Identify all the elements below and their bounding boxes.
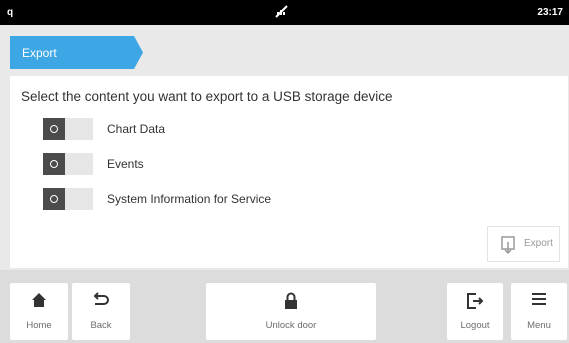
system-info-toggle[interactable]: [43, 188, 93, 210]
toggle-knob: [43, 188, 65, 210]
export-panel: Select the content you want to export to…: [10, 76, 568, 268]
export-icon: [501, 236, 515, 255]
menu-label: Menu: [527, 320, 551, 331]
option-chart-data: Chart Data: [43, 118, 443, 140]
back-arrow-icon: [93, 292, 109, 305]
home-label: Home: [26, 320, 52, 331]
home-icon: [32, 293, 46, 307]
lock-icon: [285, 292, 297, 309]
logout-button[interactable]: Logout: [447, 283, 503, 340]
option-events: Events: [43, 153, 443, 175]
option-label: Chart Data: [107, 122, 166, 136]
menu-icon: [532, 293, 546, 305]
toggle-knob: [43, 153, 65, 175]
status-clock: 23:17: [537, 7, 563, 18]
status-left-text: q: [7, 7, 14, 18]
back-button[interactable]: Back: [72, 283, 130, 340]
option-label: Events: [107, 157, 144, 171]
logout-icon: [467, 293, 484, 309]
breadcrumb-bar: Export: [0, 25, 569, 71]
toggle-knob: [43, 118, 65, 140]
export-button-label: Export: [524, 238, 553, 249]
home-button[interactable]: Home: [10, 283, 68, 340]
option-system-info: System Information for Service: [43, 188, 443, 210]
logout-label: Logout: [460, 320, 490, 331]
bottom-nav: Home Back Unlock door Logout Menu: [0, 270, 569, 343]
page-heading: Select the content you want to export to…: [21, 89, 393, 104]
events-toggle[interactable]: [43, 153, 93, 175]
status-bar: q 23:17: [0, 0, 569, 25]
back-label: Back: [90, 320, 112, 331]
breadcrumb-label: Export: [22, 46, 57, 60]
signal-off-icon: [273, 3, 291, 21]
unlock-door-label: Unlock door: [265, 320, 317, 331]
export-button[interactable]: Export: [487, 226, 560, 262]
menu-button[interactable]: Menu: [511, 283, 567, 340]
unlock-door-button[interactable]: Unlock door: [206, 283, 376, 340]
chart-data-toggle[interactable]: [43, 118, 93, 140]
option-label: System Information for Service: [107, 192, 272, 206]
